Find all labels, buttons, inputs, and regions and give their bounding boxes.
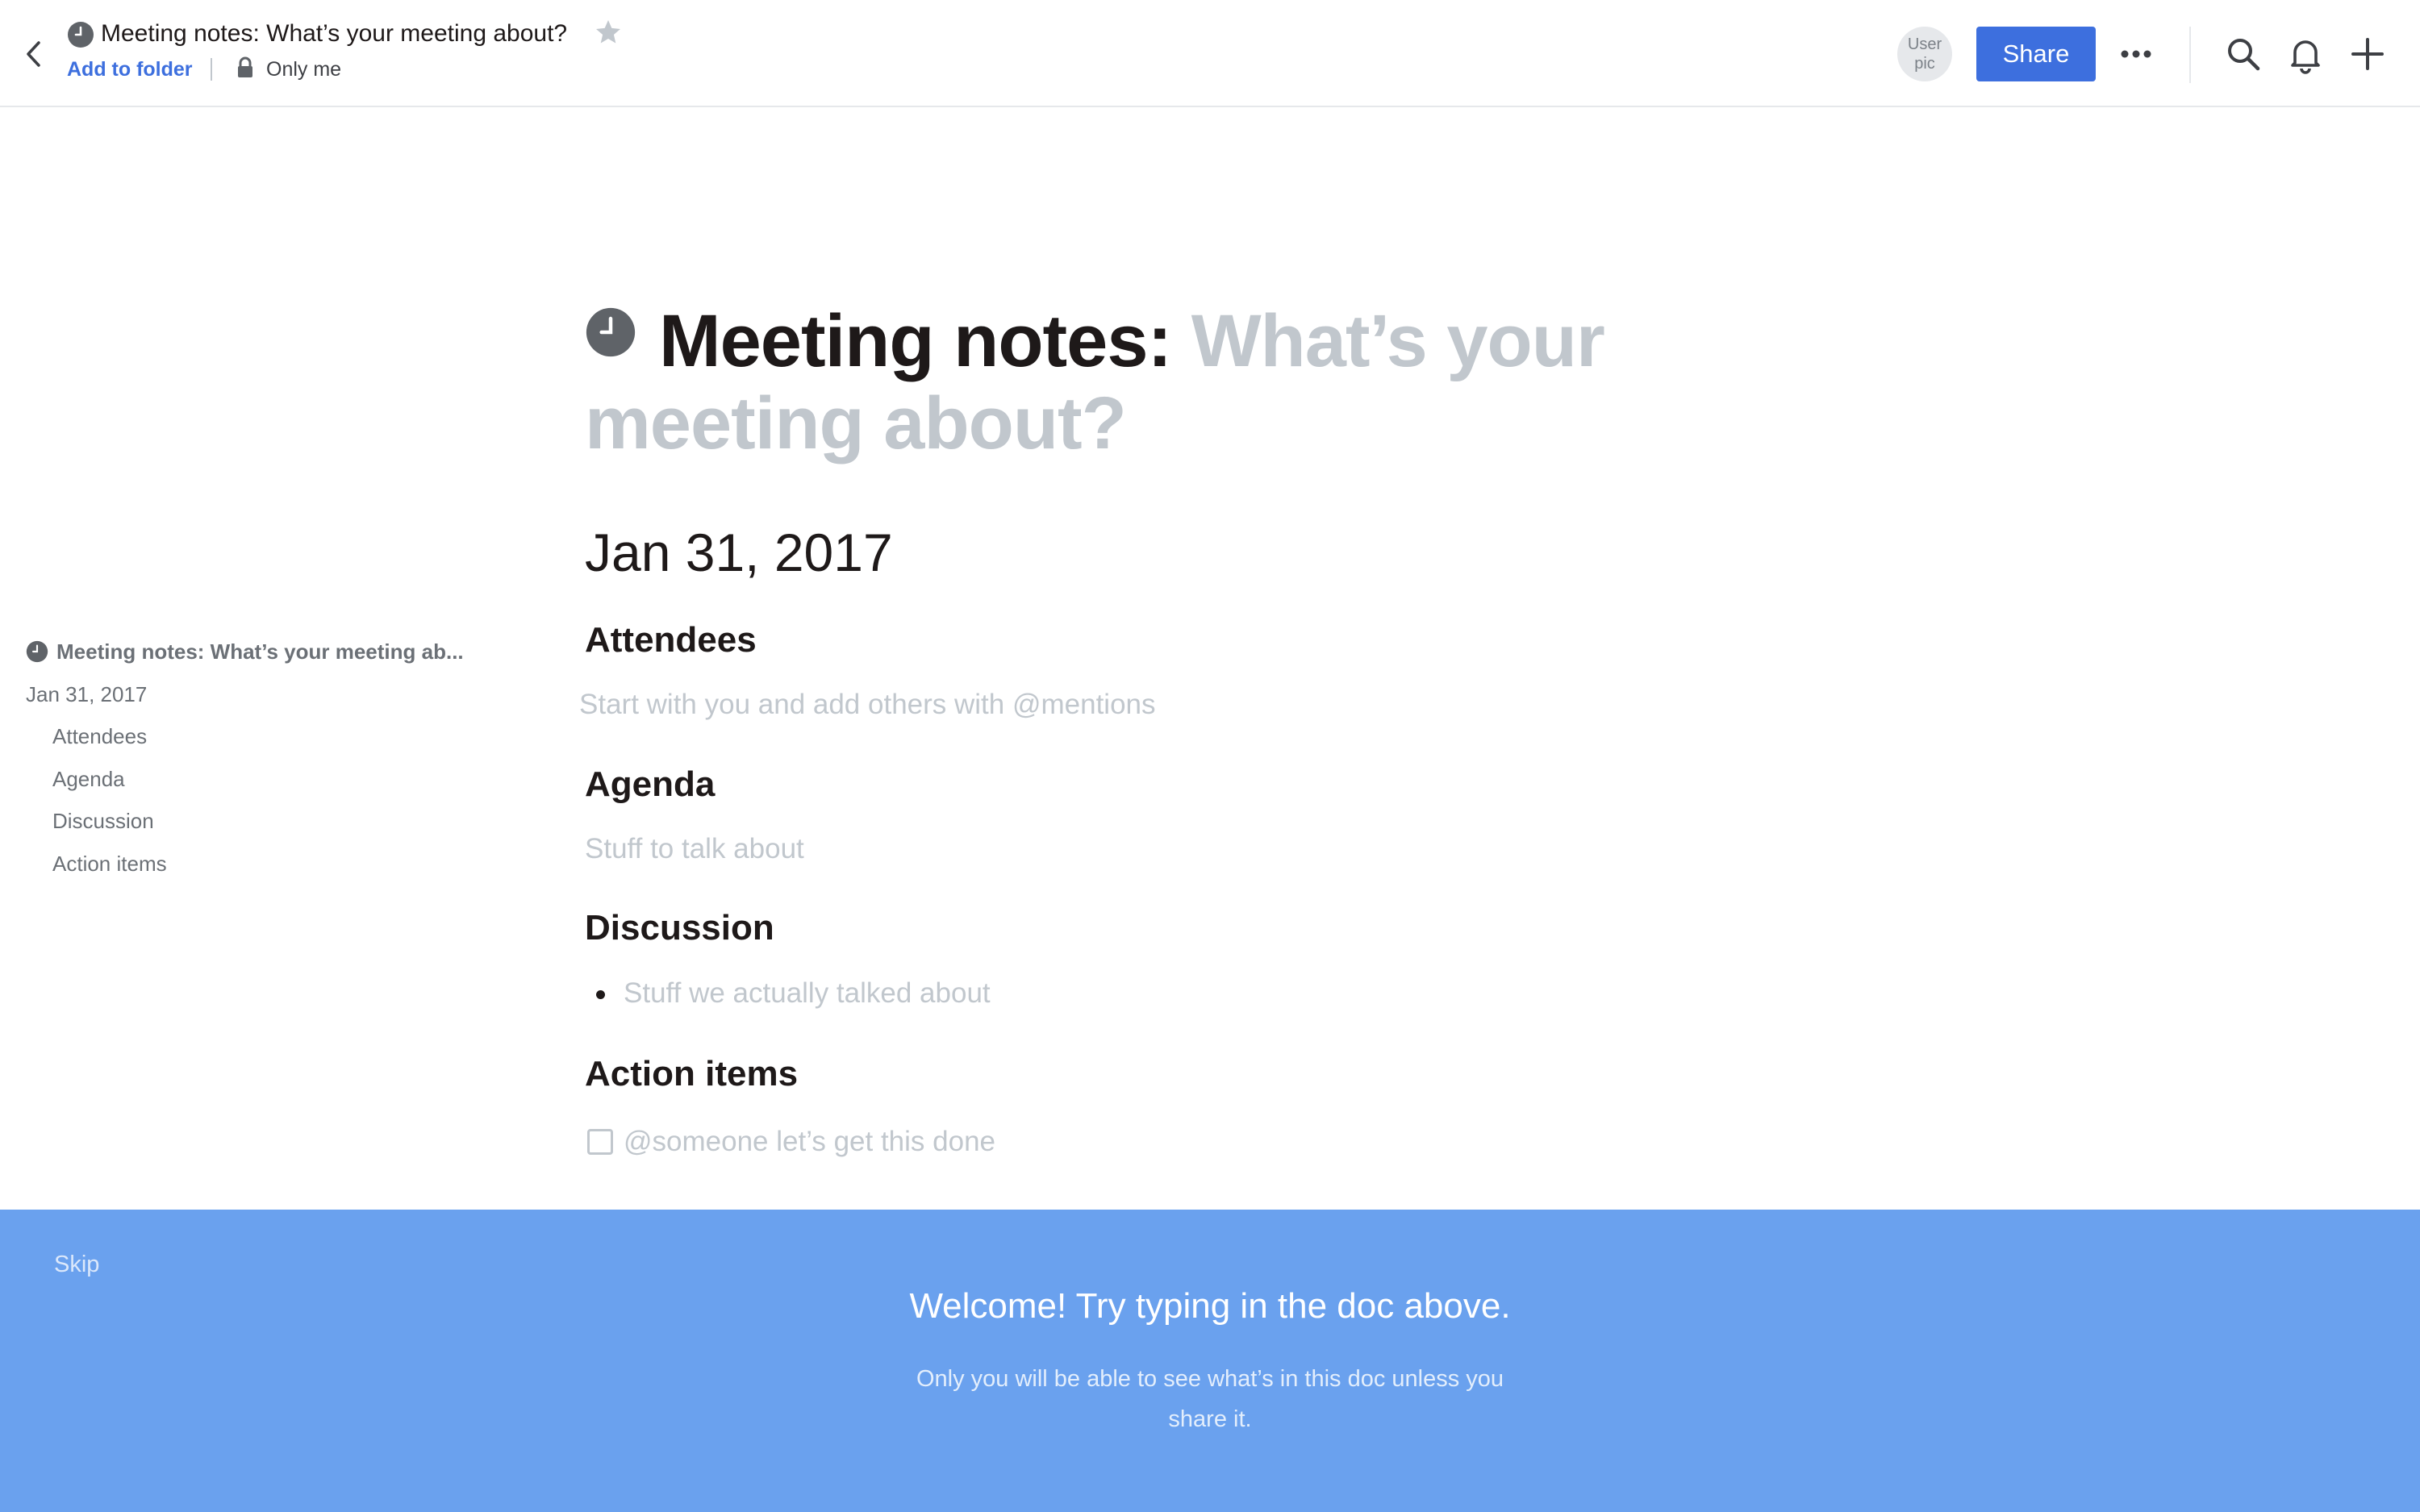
welcome-banner: Skip Welcome! Try typing in the doc abov… <box>0 1210 2420 1512</box>
clock-icon <box>68 22 94 48</box>
outline-item-agenda[interactable]: Agenda <box>52 763 125 795</box>
document-heading[interactable]: Meeting notes: What’s your meeting about… <box>585 300 1843 464</box>
top-bar: Meeting notes: What’s your meeting about… <box>0 0 2420 107</box>
outline-item-attendees[interactable]: Attendees <box>52 720 147 752</box>
outline-item-action-items[interactable]: Action items <box>52 848 167 880</box>
star-icon[interactable] <box>594 18 623 47</box>
visibility-label[interactable]: Only me <box>266 55 341 84</box>
action-item-placeholder[interactable]: @someone let’s get this done <box>624 1122 995 1162</box>
document-title[interactable]: Meeting notes: What’s your meeting about… <box>101 16 567 52</box>
skip-button[interactable]: Skip <box>54 1248 99 1281</box>
welcome-title: Welcome! Try typing in the doc above. <box>909 1286 1511 1326</box>
clock-icon <box>586 307 636 357</box>
plus-icon[interactable] <box>2349 35 2386 73</box>
outline-item-discussion[interactable]: Discussion <box>52 805 154 837</box>
attendees-placeholder[interactable]: Start with you and add others with @ment… <box>579 685 1156 725</box>
bell-icon[interactable] <box>2288 35 2323 74</box>
discussion-heading[interactable]: Discussion <box>585 904 774 952</box>
avatar[interactable]: User pic <box>1897 27 1952 81</box>
chevron-left-icon <box>27 41 40 67</box>
ellipsis-icon[interactable] <box>2113 37 2159 71</box>
document-date[interactable]: Jan 31, 2017 <box>585 516 893 589</box>
clock-icon <box>26 640 48 663</box>
checkbox-icon[interactable] <box>587 1129 613 1155</box>
agenda-heading[interactable]: Agenda <box>585 760 715 809</box>
agenda-placeholder[interactable]: Stuff to talk about <box>585 829 804 869</box>
welcome-subtitle: Only you will be able to see what’s in t… <box>916 1366 1504 1432</box>
discussion-placeholder[interactable]: Stuff we actually talked about <box>624 973 991 1014</box>
add-to-folder-link[interactable]: Add to folder <box>67 55 193 84</box>
action-items-heading[interactable]: Action items <box>585 1050 798 1098</box>
share-button[interactable]: Share <box>1976 27 2096 81</box>
attendees-heading[interactable]: Attendees <box>585 616 757 664</box>
back-button[interactable] <box>16 34 52 74</box>
divider <box>2189 27 2191 83</box>
divider <box>211 58 212 81</box>
search-icon[interactable] <box>2225 35 2262 73</box>
bullet <box>596 990 605 999</box>
outline-title[interactable]: Meeting notes: What’s your meeting ab... <box>26 635 464 668</box>
lock-icon <box>238 56 252 77</box>
outline-item-date[interactable]: Jan 31, 2017 <box>26 678 147 710</box>
outline-title-label: Meeting notes: What’s your meeting ab... <box>56 639 464 664</box>
heading-fixed-text: Meeting notes: <box>659 300 1191 382</box>
